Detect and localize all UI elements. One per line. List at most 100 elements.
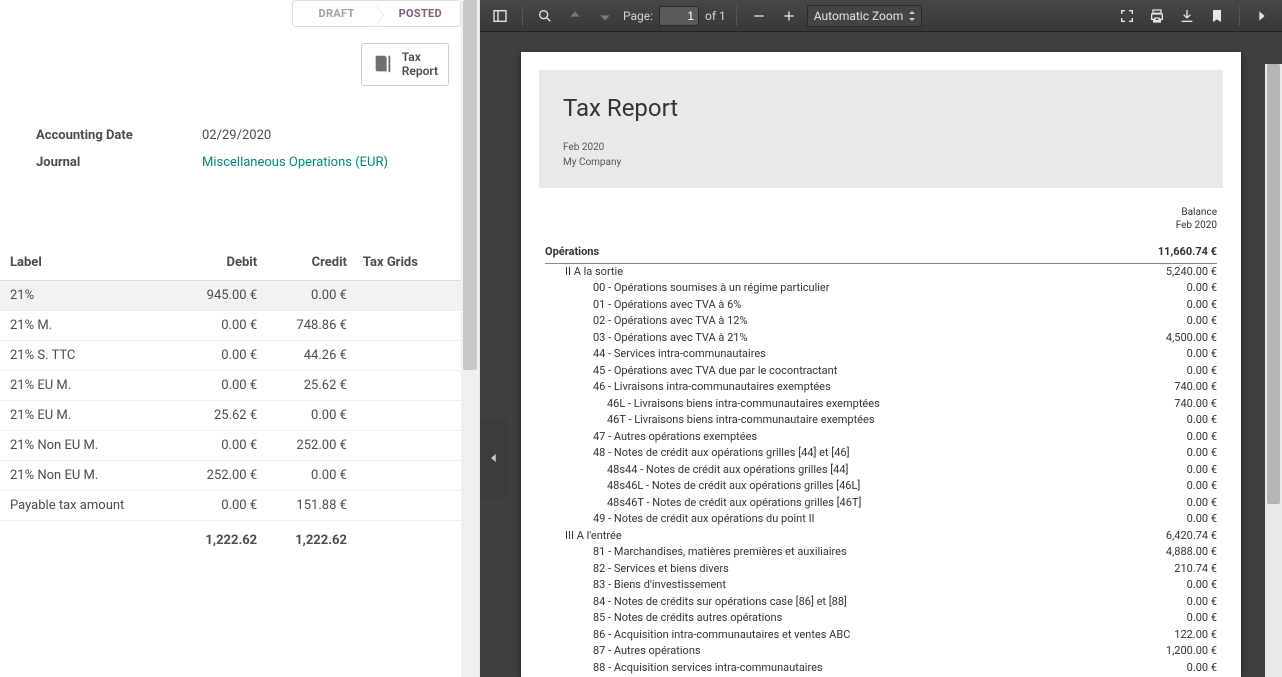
total-debit: 1,222.62 (175, 520, 265, 555)
cell-grids (355, 370, 449, 400)
prev-page-button[interactable] (563, 4, 587, 28)
plus-icon (781, 8, 797, 24)
page-label: Page: (623, 9, 653, 23)
cell-label: 21% EU M. (0, 370, 175, 400)
report-row: Opérations11,660.74 € (545, 244, 1217, 264)
cell-label: Payable tax amount (0, 490, 175, 520)
download-button[interactable] (1175, 4, 1199, 28)
report-row: 46T - Livraisons biens intra-communautai… (545, 412, 1217, 429)
right-scrollbar[interactable] (1265, 64, 1282, 677)
arrow-up-icon (567, 8, 583, 24)
report-row: 02 - Opérations avec TVA à 12%0.00 € (545, 313, 1217, 330)
journal-label: Journal (36, 155, 202, 170)
table-row[interactable]: 21% Non EU M. 0.00 € 252.00 € (0, 430, 479, 460)
table-row[interactable]: 21% 945.00 € 0.00 € (0, 280, 479, 310)
report-row: 47 - Autres opérations exemptées0.00 € (545, 429, 1217, 446)
bookmark-button[interactable] (1205, 4, 1229, 28)
report-company: My Company (563, 155, 1199, 170)
cell-debit: 0.00 € (175, 340, 265, 370)
col-debit[interactable]: Debit (175, 246, 265, 281)
find-button[interactable] (533, 4, 557, 28)
cell-label: 21% EU M. (0, 400, 175, 430)
table-row[interactable]: 21% M. 0.00 € 748.86 € (0, 310, 479, 340)
table-row[interactable]: 21% S. TTC 0.00 € 44.26 € (0, 340, 479, 370)
report-row: 48 - Notes de crédit aux opérations gril… (545, 445, 1217, 462)
table-row[interactable]: 21% EU M. 25.62 € 0.00 € (0, 400, 479, 430)
cell-grids (355, 280, 449, 310)
cell-label: 21% S. TTC (0, 340, 175, 370)
table-row[interactable]: 21% Non EU M. 252.00 € 0.00 € (0, 460, 479, 490)
col-label[interactable]: Label (0, 246, 175, 281)
status-draft[interactable]: DRAFT (293, 1, 373, 26)
cell-grids (355, 460, 449, 490)
report-row: 81 - Marchandises, matières premières et… (545, 544, 1217, 561)
zoom-select[interactable]: Automatic Zoom (807, 5, 922, 27)
journal-value[interactable]: Miscellaneous Operations (EUR) (202, 155, 388, 170)
cell-debit: 252.00 € (175, 460, 265, 490)
form-pane: DRAFT POSTED Tax Report Accounting Date … (0, 0, 480, 677)
cell-label: 21% Non EU M. (0, 430, 175, 460)
report-row: 85 - Notes de crédits autres opérations0… (545, 610, 1217, 627)
zoom-out-button[interactable] (747, 4, 771, 28)
zoom-in-button[interactable] (777, 4, 801, 28)
report-row: 48s44 - Notes de crédit aux opérations g… (545, 462, 1217, 479)
cell-debit: 25.62 € (175, 400, 265, 430)
cell-debit: 0.00 € (175, 310, 265, 340)
cell-grids (355, 430, 449, 460)
col-grids[interactable]: Tax Grids (355, 246, 449, 281)
report-row: 46L - Livraisons biens intra-communautai… (545, 396, 1217, 413)
fullscreen-icon (1119, 8, 1135, 24)
cell-credit: 0.00 € (265, 400, 355, 430)
report-row: 44 - Services intra-communautaires0.00 € (545, 346, 1217, 363)
cell-credit: 25.62 € (265, 370, 355, 400)
page-input[interactable] (659, 6, 699, 26)
cell-debit: 945.00 € (175, 280, 265, 310)
accounting-date-value: 02/29/2020 (202, 128, 271, 143)
cell-grids (355, 310, 449, 340)
accounting-date-label: Accounting Date (36, 128, 202, 143)
cell-credit: 0.00 € (265, 280, 355, 310)
report-row: 45 - Opérations avec TVA due par le coco… (545, 363, 1217, 380)
expand-left-tab[interactable] (480, 418, 508, 498)
cell-credit: 252.00 € (265, 430, 355, 460)
col-credit[interactable]: Credit (265, 246, 355, 281)
report-title: Tax Report (563, 94, 1199, 122)
cell-label: 21% Non EU M. (0, 460, 175, 490)
sidebar-toggle-button[interactable] (488, 4, 512, 28)
report-row: 00 - Opérations soumises à un régime par… (545, 280, 1217, 297)
report-row: 88 - Acquisition services intra-communau… (545, 660, 1217, 677)
cell-label: 21% (0, 280, 175, 310)
table-row[interactable]: Payable tax amount 0.00 € 151.88 € (0, 490, 479, 520)
table-row[interactable]: 21% EU M. 0.00 € 25.62 € (0, 370, 479, 400)
report-row: 86 - Acquisition intra-communautaires et… (545, 627, 1217, 644)
tax-report-button[interactable]: Tax Report (361, 43, 449, 86)
report-period: Feb 2020 (563, 140, 1199, 155)
next-page-button[interactable] (593, 4, 617, 28)
cell-debit: 0.00 € (175, 490, 265, 520)
cell-grids (355, 400, 449, 430)
cell-debit: 0.00 € (175, 430, 265, 460)
pdf-toolbar: Page: of 1 Automatic Zoom (480, 0, 1282, 32)
status-posted[interactable]: POSTED (373, 1, 460, 26)
pdf-viewer: Page: of 1 Automatic Zoom Tax Report Feb… (480, 0, 1282, 677)
cell-label: 21% M. (0, 310, 175, 340)
search-icon (537, 8, 553, 24)
presentation-button[interactable] (1115, 4, 1139, 28)
chevron-left-icon (487, 451, 501, 465)
download-icon (1179, 8, 1195, 24)
report-row: 48s46T - Notes de crédit aux opérations … (545, 495, 1217, 512)
report-row: 03 - Opérations avec TVA à 21%4,500.00 € (545, 330, 1217, 347)
report-row: 83 - Biens d'investissement0.00 € (545, 577, 1217, 594)
report-row: II A la sortie5,240.00 € (545, 264, 1217, 281)
arrow-down-icon (597, 8, 613, 24)
tools-button[interactable] (1250, 4, 1274, 28)
cell-credit: 748.86 € (265, 310, 355, 340)
print-button[interactable] (1145, 4, 1169, 28)
cell-credit: 0.00 € (265, 460, 355, 490)
journal-items-table: Label Debit Credit Tax Grids 21% 945.00 … (0, 246, 479, 555)
left-scrollbar[interactable] (461, 0, 479, 677)
minus-icon (751, 8, 767, 24)
book-icon (372, 53, 394, 75)
report-row: 82 - Services et biens divers210.74 € (545, 561, 1217, 578)
tax-report-label: Tax Report (402, 50, 438, 79)
